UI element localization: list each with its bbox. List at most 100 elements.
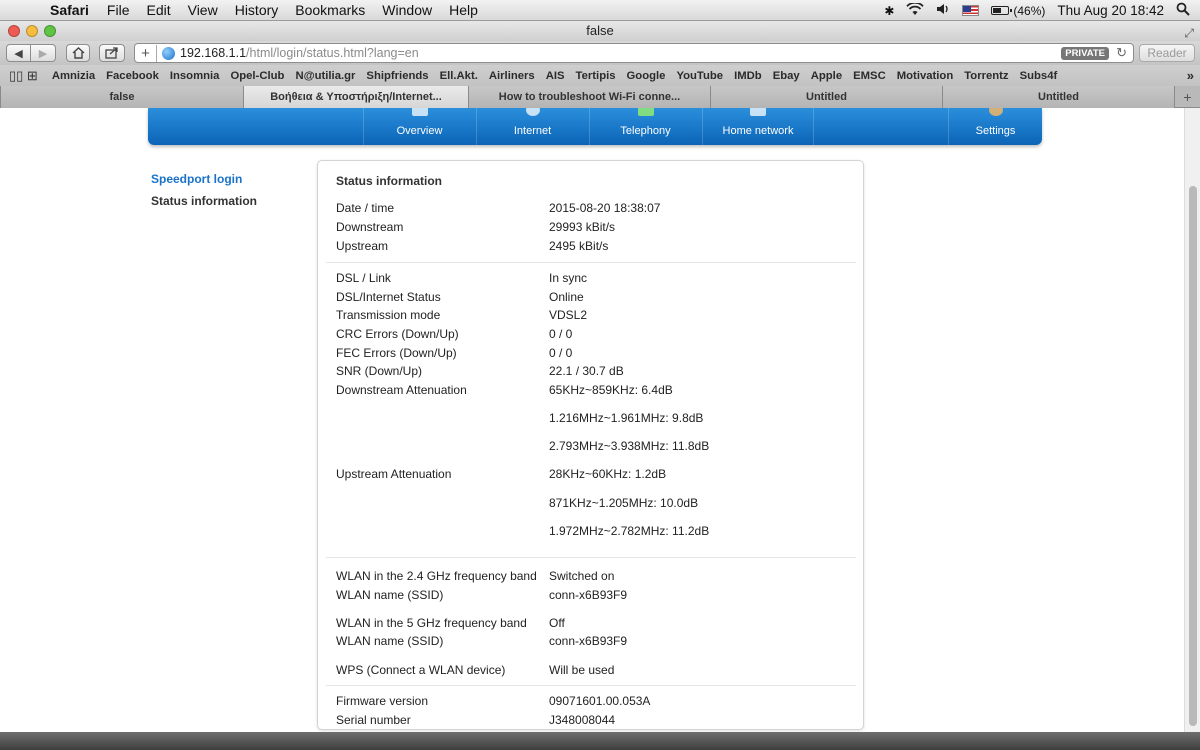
scrollbar-thumb[interactable] — [1189, 186, 1197, 726]
private-badge: PRIVATE — [1061, 47, 1109, 60]
bookmark-item[interactable]: N@utilia.gr — [295, 70, 355, 82]
row-value: conn-x6B93F9 — [549, 588, 628, 602]
status-row: Serial number J348008044 — [336, 712, 856, 728]
web-page: Overview Internet Telephony Home network… — [0, 108, 1184, 732]
zoom-window-button[interactable] — [44, 25, 56, 37]
row-label: FEC Errors (Down/Up) — [336, 346, 457, 360]
minimize-window-button[interactable] — [26, 25, 38, 37]
bookmark-item[interactable]: Google — [627, 70, 666, 82]
status-panel: Status information Date / time 2015-08-2… — [317, 160, 864, 730]
status-row: Downstream Attenuation 65KHz~859KHz: 6.4… — [336, 382, 856, 398]
bookmark-item[interactable]: EMSC — [853, 70, 886, 82]
bluetooth-icon[interactable]: ✱ — [884, 4, 894, 18]
bookmark-item[interactable]: AIS — [546, 70, 565, 82]
forward-button[interactable]: ▶ — [31, 44, 56, 62]
back-button[interactable]: ◀ — [6, 44, 31, 62]
menu-view[interactable]: View — [188, 2, 218, 18]
nav-telephony[interactable]: Telephony — [589, 108, 701, 145]
row-value: Online — [549, 290, 584, 304]
menu-app-safari[interactable]: Safari — [50, 2, 89, 18]
bookmark-item[interactable]: Torrentz — [964, 70, 1008, 82]
menu-window[interactable]: Window — [382, 2, 432, 18]
nav-overview[interactable]: Overview — [363, 108, 475, 145]
close-window-button[interactable] — [8, 25, 20, 37]
status-row: 1.216MHz~1.961MHz: 9.8dB — [336, 410, 856, 426]
fullscreen-icon[interactable]: ⤢ — [1184, 23, 1194, 43]
input-source-flag-icon[interactable] — [962, 5, 980, 16]
nav-home-network[interactable]: Home network — [702, 108, 814, 145]
address-bar[interactable]: + 192.168.1.1/html/login/status.html?lan… — [134, 43, 1134, 63]
window-title-bar: false ⤢ — [0, 21, 1200, 41]
row-label: WLAN name (SSID) — [336, 588, 444, 602]
row-value: 2015-08-20 18:38:07 — [549, 201, 661, 215]
bookmark-item[interactable]: Ebay — [773, 70, 800, 82]
menu-edit[interactable]: Edit — [146, 2, 170, 18]
bookmark-item[interactable]: Insomnia — [170, 70, 220, 82]
row-value: 28KHz~60KHz: 1.2dB — [549, 467, 667, 481]
status-row: SNR (Down/Up) 22.1 / 30.7 dB — [336, 363, 856, 379]
forward-arrow-icon: ▶ — [38, 47, 48, 60]
tab-wifi-troubleshoot[interactable]: How to troubleshoot Wi-Fi conne... — [468, 86, 710, 108]
reload-icon[interactable]: ↻ — [1116, 45, 1127, 61]
row-value: 65KHz~859KHz: 6.4dB — [549, 383, 673, 397]
bookmark-item[interactable]: Ell.Akt. — [440, 70, 478, 82]
row-label: WPS (Connect a WLAN device) — [336, 663, 506, 677]
tab-untitled-2[interactable]: Untitled — [942, 86, 1174, 108]
row-label: Serial number — [336, 713, 411, 727]
menu-bookmarks[interactable]: Bookmarks — [295, 2, 365, 18]
sidebar-status-information[interactable]: Status information — [151, 194, 257, 208]
bookmark-item[interactable]: Subs4f — [1020, 70, 1058, 82]
row-label: SNR (Down/Up) — [336, 364, 423, 378]
globe-icon — [525, 108, 540, 116]
new-tab-button[interactable]: + — [1174, 86, 1200, 108]
menu-help[interactable]: Help — [449, 2, 478, 18]
add-bookmark-icon[interactable]: + — [135, 44, 157, 62]
status-row: Date / time 2015-08-20 18:38:07 — [336, 200, 856, 216]
bookmarks-bar: ▯▯ ⊞ Amnizia Facebook Insomnia Opel-Club… — [0, 65, 1200, 86]
tab-false[interactable]: false — [0, 86, 243, 108]
row-value: 2495 kBit/s — [549, 239, 609, 253]
nav-settings[interactable]: Settings — [948, 108, 1042, 145]
more-bookmarks-icon[interactable]: » — [1187, 68, 1194, 83]
reader-button[interactable]: Reader — [1139, 44, 1195, 62]
status-row: WLAN in the 5 GHz frequency band Off — [336, 615, 856, 631]
reading-list-icon[interactable]: ▯▯ ⊞ — [9, 68, 38, 84]
bookmark-item[interactable]: Motivation — [897, 70, 953, 82]
gear-icon — [988, 108, 1003, 116]
vertical-scrollbar[interactable] — [1184, 108, 1200, 732]
bookmark-item[interactable]: IMDb — [734, 70, 762, 82]
status-row: WLAN in the 2.4 GHz frequency band Switc… — [336, 568, 856, 584]
bookmark-item[interactable]: Amnizia — [52, 70, 95, 82]
bookmark-item[interactable]: Shipfriends — [366, 70, 428, 82]
row-value: 871KHz~1.205MHz: 10.0dB — [549, 496, 699, 510]
status-row: WPS (Connect a WLAN device) Will be used — [336, 662, 856, 678]
window-title: false — [586, 23, 614, 38]
share-icon — [105, 47, 118, 59]
tab-help-support[interactable]: Βοήθεια & Υποστήριξη/Internet... — [243, 86, 468, 108]
bookmark-item[interactable]: Tertipis — [576, 70, 616, 82]
row-label: DSL / Link — [336, 271, 391, 285]
menu-file[interactable]: File — [107, 2, 130, 18]
menu-history[interactable]: History — [235, 2, 279, 18]
row-value: J348008044 — [549, 713, 616, 727]
volume-icon[interactable] — [936, 3, 950, 18]
bookmark-item[interactable]: Facebook — [106, 70, 159, 82]
tab-untitled-1[interactable]: Untitled — [710, 86, 942, 108]
row-label: WLAN in the 2.4 GHz frequency band — [336, 569, 537, 583]
phone-icon — [637, 108, 654, 116]
clock[interactable]: Thu Aug 20 18:42 — [1057, 3, 1164, 18]
spotlight-search-icon[interactable] — [1176, 2, 1190, 19]
home-button[interactable] — [66, 44, 90, 62]
row-value: Off — [549, 616, 565, 630]
bookmark-item[interactable]: YouTube — [676, 70, 723, 82]
bookmark-item[interactable]: Opel-Club — [230, 70, 284, 82]
share-button[interactable] — [99, 44, 125, 62]
speedport-login-link[interactable]: Speedport login — [151, 172, 242, 186]
wifi-icon[interactable] — [906, 1, 925, 19]
nav-internet[interactable]: Internet — [476, 108, 588, 145]
battery-status[interactable]: (46%) — [991, 4, 1045, 18]
nav-internet-label: Internet — [513, 125, 552, 137]
section-divider — [326, 557, 856, 558]
bookmark-item[interactable]: Airliners — [489, 70, 535, 82]
bookmark-item[interactable]: Apple — [811, 70, 842, 82]
